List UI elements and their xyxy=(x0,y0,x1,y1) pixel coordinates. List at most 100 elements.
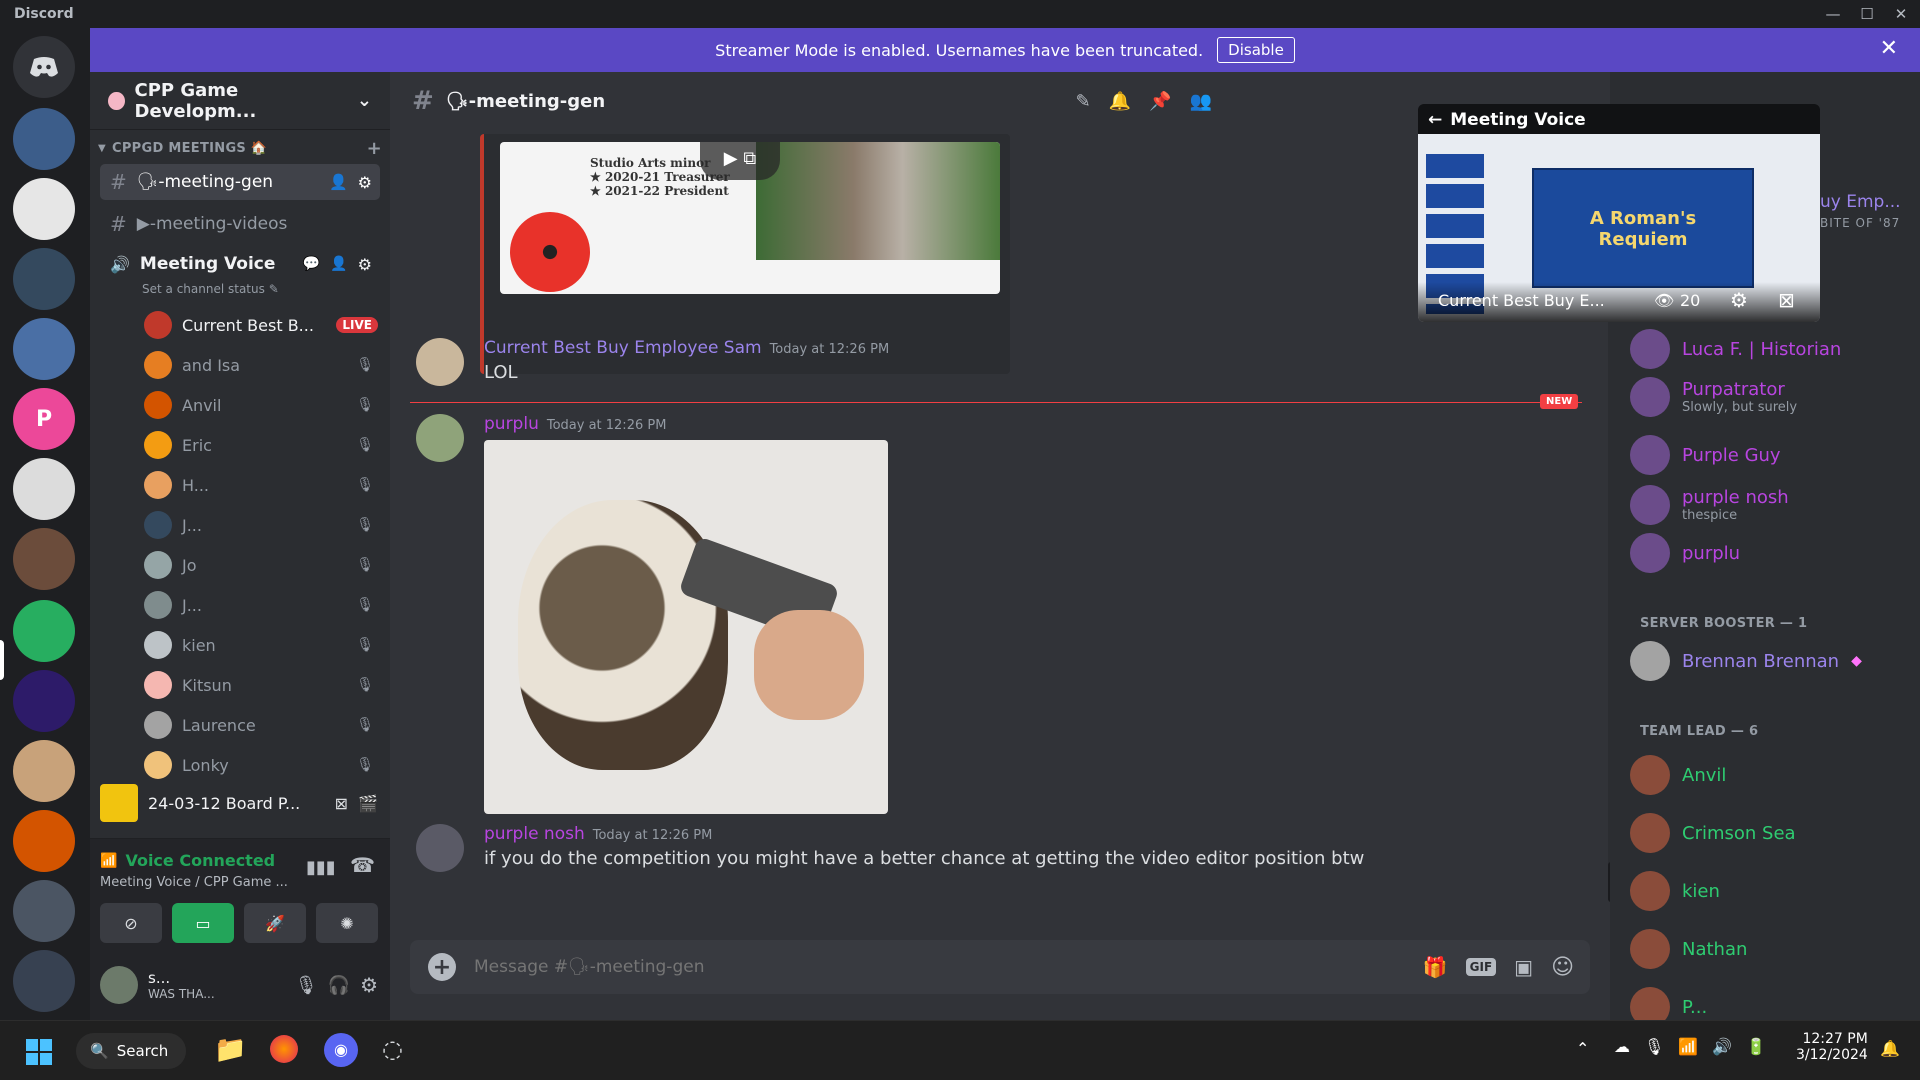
voice-location[interactable]: Meeting Voice / CPP Game ... xyxy=(100,875,288,890)
voice-user[interactable]: H... 🎙 xyxy=(144,468,384,502)
gear-icon[interactable]: ⚙ xyxy=(358,255,372,274)
play-button[interactable]: ▶ ⧉ xyxy=(700,142,780,180)
tray-icons[interactable]: ☁🎙📶🔊🔋 xyxy=(1614,1037,1780,1056)
banner-close-icon[interactable]: ✕ xyxy=(1880,36,1898,61)
notification-app-icon[interactable]: ◌ xyxy=(382,1035,403,1063)
emoji-icon[interactable]: ☺ xyxy=(1551,955,1574,980)
server-icon[interactable] xyxy=(13,950,75,1012)
server-icon[interactable] xyxy=(13,740,75,802)
voice-user[interactable]: J... 🎙 xyxy=(144,588,384,622)
server-icon[interactable] xyxy=(13,600,75,662)
member-item[interactable]: Luca F. | Historian xyxy=(1630,326,1910,372)
soundboard-icon[interactable]: ▮▮▮ xyxy=(306,857,336,878)
add-member-icon[interactable]: 👤 xyxy=(330,256,347,272)
embed-image[interactable]: Studio Arts minor ★ 2020-21 Treasurer ★ … xyxy=(500,142,1000,294)
category-header[interactable]: ▼ CPPGD MEETINGS 🏠 + xyxy=(98,138,388,159)
member-item[interactable]: Brennan Brennan ◆ xyxy=(1630,638,1910,684)
close-window-button[interactable]: ✕ xyxy=(1884,2,1918,26)
member-item[interactable]: purplu xyxy=(1630,530,1910,576)
message-input[interactable] xyxy=(474,957,1405,977)
guild-header[interactable]: CPP Game Developm... ⌄ xyxy=(90,72,390,130)
avatar[interactable] xyxy=(416,824,464,872)
member-item[interactable]: kien xyxy=(1630,868,1910,914)
voice-user[interactable]: Lonky 🎙 xyxy=(144,748,384,782)
member-item[interactable]: Nathan xyxy=(1630,926,1910,972)
chat-bubble-icon[interactable]: 💬 xyxy=(303,256,320,272)
file-explorer-icon[interactable]: 📁 xyxy=(214,1035,246,1065)
gift-icon[interactable]: 🎁 xyxy=(1423,955,1448,979)
voice-status[interactable]: Voice Connected xyxy=(125,851,275,870)
avatar[interactable] xyxy=(416,338,464,386)
channel-meeting-gen[interactable]: # 🗣 -meeting-gen 👤 ⚙ xyxy=(100,164,380,200)
windows-start-icon[interactable] xyxy=(26,1039,52,1065)
discord-taskbar-icon[interactable]: ◉ xyxy=(324,1033,358,1067)
arrow-left-icon[interactable]: ← xyxy=(1428,110,1442,130)
member-item[interactable]: Crimson Sea xyxy=(1630,810,1910,856)
server-icon[interactable] xyxy=(13,248,75,310)
taskbar-search[interactable]: 🔍 Search xyxy=(76,1033,186,1069)
disable-streamer-button[interactable]: Disable xyxy=(1217,37,1295,63)
member-item[interactable]: Purpatrator Slowly, but surely xyxy=(1630,374,1910,420)
gif-button[interactable]: GIF xyxy=(1465,958,1497,976)
server-icon[interactable] xyxy=(13,670,75,732)
channel-meeting-voice[interactable]: 🔊 Meeting Voice 💬 👤 ⚙ xyxy=(100,246,380,282)
message-author[interactable]: Current Best Buy Employee Sam xyxy=(484,338,762,358)
message-author[interactable]: purple nosh xyxy=(484,824,585,844)
voice-user[interactable]: Eric 🎙 xyxy=(144,428,384,462)
activity-rocket-button[interactable]: 🚀 xyxy=(244,903,306,943)
microphone-icon[interactable]: 🎙 xyxy=(295,975,318,996)
voice-user[interactable]: kien 🎙 xyxy=(144,628,384,662)
avatar[interactable] xyxy=(100,966,138,1004)
voice-user[interactable]: and Isa 🎙 xyxy=(144,348,384,382)
disconnect-icon[interactable]: ☎ xyxy=(350,853,375,877)
member-item[interactable]: Purple Guy xyxy=(1630,432,1910,478)
clapper-icon[interactable]: 🎬 xyxy=(358,794,378,813)
popout-header[interactable]: ← Meeting Voice xyxy=(1428,110,1586,130)
server-icon[interactable] xyxy=(13,108,75,170)
gear-icon[interactable]: ⚙ xyxy=(358,173,372,192)
discord-home-icon[interactable] xyxy=(13,36,75,98)
clock[interactable]: 12:27 PM 3/12/2024 xyxy=(1796,1031,1868,1063)
member-item[interactable]: Anvil xyxy=(1630,752,1910,798)
screen-close-icon[interactable]: ⊠ xyxy=(335,794,348,813)
member-item[interactable]: purple nosh thespice xyxy=(1630,482,1910,528)
server-icon[interactable] xyxy=(13,810,75,872)
voice-user[interactable]: Laurence 🎙 xyxy=(144,708,384,742)
activity-card[interactable]: 24-03-12 Board P... ⊠ 🎬 xyxy=(90,782,390,824)
chevron-up-icon[interactable]: ⌃ xyxy=(1576,1039,1589,1058)
server-icon[interactable]: P xyxy=(13,388,75,450)
stream-video[interactable]: A Roman's Requiem Current Best Buy E... … xyxy=(1418,134,1820,322)
server-icon[interactable] xyxy=(13,880,75,942)
stop-stream-icon[interactable]: ⊠ xyxy=(1778,288,1795,312)
toolbar-icons[interactable]: ✎🔔📌👥 xyxy=(1076,91,1230,112)
soundboard-button[interactable]: ✺ xyxy=(316,903,378,943)
voice-user[interactable]: Current Best B... LIVE xyxy=(144,308,384,342)
gif-image[interactable] xyxy=(484,440,888,814)
voice-user[interactable]: Anvil 🎙 xyxy=(144,388,384,422)
voice-user[interactable]: Kitsun 🎙 xyxy=(144,668,384,702)
voice-user[interactable]: J... 🎙 xyxy=(144,508,384,542)
screen-share-button[interactable]: ▭ xyxy=(172,903,234,943)
server-icon[interactable] xyxy=(13,178,75,240)
voice-status-prompt[interactable]: Set a channel status ✎ xyxy=(142,282,279,296)
gear-icon[interactable]: ⚙ xyxy=(1730,288,1748,312)
avatar[interactable] xyxy=(416,414,464,462)
server-icon[interactable] xyxy=(13,528,75,590)
add-channel-icon[interactable]: + xyxy=(367,138,382,159)
firefox-icon[interactable] xyxy=(270,1035,298,1063)
server-icon[interactable] xyxy=(13,458,75,520)
stream-popout[interactable]: ← Meeting Voice A Roman's Requiem Curren… xyxy=(1418,104,1820,322)
headphones-icon[interactable]: 🎧 xyxy=(328,975,350,996)
notification-bell-icon[interactable]: 🔔 xyxy=(1880,1039,1900,1058)
gear-icon[interactable]: ⚙ xyxy=(360,973,378,997)
voice-user[interactable]: Jo 🎙 xyxy=(144,548,384,582)
server-icon[interactable] xyxy=(13,318,75,380)
user-info[interactable]: s... WAS THA... xyxy=(148,969,215,1001)
channel-meeting-videos[interactable]: # ▶ -meeting-videos xyxy=(100,206,380,242)
camera-off-button[interactable]: ⊘ xyxy=(100,903,162,943)
sticker-icon[interactable]: ▣ xyxy=(1514,955,1533,979)
add-member-icon[interactable]: 👤 xyxy=(329,173,348,191)
message-author[interactable]: purplu xyxy=(484,414,539,434)
member-partial-name[interactable]: uy Emp... xyxy=(1820,192,1901,212)
add-attachment-icon[interactable]: + xyxy=(428,953,456,981)
